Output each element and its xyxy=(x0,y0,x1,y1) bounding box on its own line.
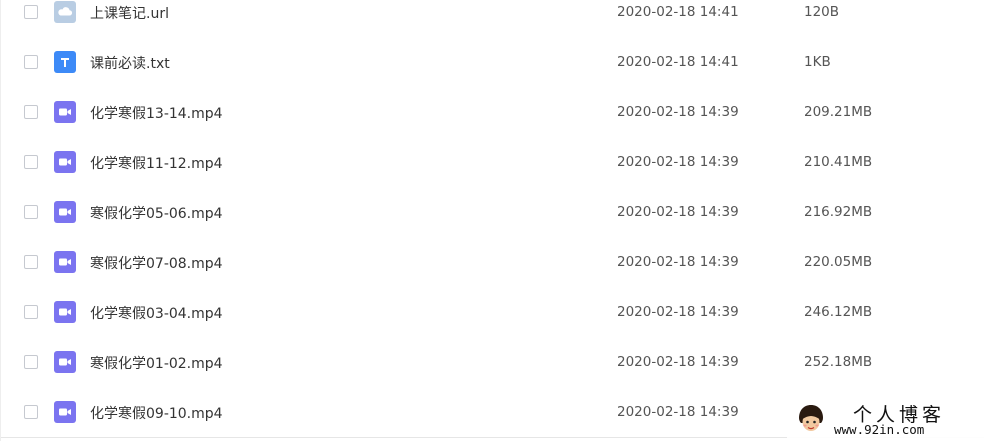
video-file-icon xyxy=(54,301,76,323)
cloud-file-icon xyxy=(54,1,76,23)
row-checkbox[interactable] xyxy=(24,155,38,169)
file-date: 2020-02-18 14:41 xyxy=(617,4,739,20)
row-checkbox[interactable] xyxy=(24,355,38,369)
row-checkbox[interactable] xyxy=(24,5,38,19)
file-name[interactable]: 寒假化学05-06.mp4 xyxy=(90,203,223,223)
file-size: 120B xyxy=(804,4,840,20)
row-checkbox[interactable] xyxy=(24,55,38,69)
row-checkbox[interactable] xyxy=(24,255,38,269)
file-name[interactable]: 寒假化学07-08.mp4 xyxy=(90,253,223,273)
file-date: 2020-02-18 14:39 xyxy=(617,304,739,320)
file-row[interactable]: 化学寒假03-04.mp4 2020-02-18 14:39 246.12MB xyxy=(1,287,984,337)
file-size: 252.18MB xyxy=(804,354,873,370)
file-size: 1KB xyxy=(804,54,831,70)
file-date: 2020-02-18 14:39 xyxy=(617,204,739,220)
file-date: 2020-02-18 14:39 xyxy=(617,104,739,120)
video-file-icon xyxy=(54,201,76,223)
file-size: 209.21MB xyxy=(804,104,873,120)
file-date: 2020-02-18 14:39 xyxy=(617,254,739,270)
video-file-icon xyxy=(54,401,76,423)
file-date: 2020-02-18 14:39 xyxy=(617,404,739,420)
file-size: 216.92MB xyxy=(804,204,873,220)
file-name[interactable]: 课前必读.txt xyxy=(90,53,170,73)
video-file-icon xyxy=(54,151,76,173)
file-row[interactable]: 化学寒假11-12.mp4 2020-02-18 14:39 210.41MB xyxy=(1,137,984,187)
avatar-icon xyxy=(795,402,827,436)
file-name[interactable]: 化学寒假13-14.mp4 xyxy=(90,103,223,123)
file-row[interactable]: 寒假化学01-02.mp4 2020-02-18 14:39 252.18MB xyxy=(1,337,984,387)
file-date: 2020-02-18 14:39 xyxy=(617,354,739,370)
file-list: 上课笔记.url 2020-02-18 14:41 120B 课前必读.txt … xyxy=(0,0,984,441)
file-name[interactable]: 化学寒假11-12.mp4 xyxy=(90,153,223,173)
watermark-url: www.92in.com xyxy=(834,422,925,437)
file-name[interactable]: 化学寒假03-04.mp4 xyxy=(90,303,223,323)
file-size: 220.05MB xyxy=(804,254,873,270)
file-name[interactable]: 上课笔记.url xyxy=(90,3,169,23)
row-checkbox[interactable] xyxy=(24,105,38,119)
file-row[interactable]: 寒假化学07-08.mp4 2020-02-18 14:39 220.05MB xyxy=(1,237,984,287)
video-file-icon xyxy=(54,351,76,373)
file-row[interactable]: 化学寒假13-14.mp4 2020-02-18 14:39 209.21MB xyxy=(1,87,984,137)
file-size: 246.12MB xyxy=(804,304,873,320)
file-name[interactable]: 寒假化学01-02.mp4 xyxy=(90,353,223,373)
file-name[interactable]: 化学寒假09-10.mp4 xyxy=(90,403,223,423)
video-file-icon xyxy=(54,101,76,123)
file-row[interactable]: 上课笔记.url 2020-02-18 14:41 120B xyxy=(1,0,984,37)
file-date: 2020-02-18 14:41 xyxy=(617,54,739,70)
file-size: 210.41MB xyxy=(804,154,873,170)
file-row[interactable]: 课前必读.txt 2020-02-18 14:41 1KB xyxy=(1,37,984,87)
row-checkbox[interactable] xyxy=(24,205,38,219)
row-checkbox[interactable] xyxy=(24,305,38,319)
row-checkbox[interactable] xyxy=(24,405,38,419)
text-file-icon xyxy=(54,51,76,73)
file-row[interactable]: 寒假化学05-06.mp4 2020-02-18 14:39 216.92MB xyxy=(1,187,984,237)
watermark: 个人博客 www.92in.com xyxy=(787,398,984,441)
video-file-icon xyxy=(54,251,76,273)
file-date: 2020-02-18 14:39 xyxy=(617,154,739,170)
